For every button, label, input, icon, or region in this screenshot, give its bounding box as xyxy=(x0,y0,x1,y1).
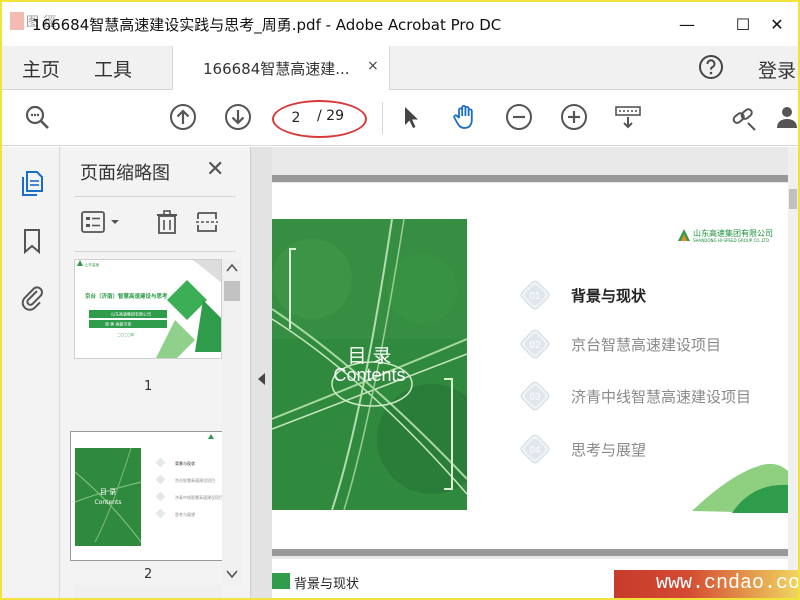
toc-number: 03 xyxy=(529,392,541,403)
thumb1-heading: 京台（济南）智慧高速建设与思考 xyxy=(85,292,168,300)
document-scroll-thumb[interactable] xyxy=(789,189,797,209)
scroll-up-arrow-icon xyxy=(226,263,238,272)
zoom-search-icon[interactable] xyxy=(22,102,52,132)
toolbar: 2 / 29 xyxy=(2,90,798,146)
watermark-text: www.cndao.com xyxy=(656,572,800,595)
thumbnails-close-button[interactable]: ✕ xyxy=(206,157,224,182)
thumb1-date: 二〇二〇年 xyxy=(117,332,135,337)
title-bar: 图 徑 166684智慧高速建设实践与思考_周勇.pdf - Adobe Acr… xyxy=(2,2,798,46)
thumb2-subtitle: Contents xyxy=(95,499,122,506)
page-down-icon[interactable] xyxy=(223,102,253,132)
page-thumbnails-icon[interactable] xyxy=(18,169,46,197)
thumb1-banner: 山东高速集团有限公司 xyxy=(111,311,151,317)
company-logo: 山东高速集团有限公司 SHANDONG HI-SPEED GROUP CO.,L… xyxy=(677,228,788,244)
thumbnails-divider-2 xyxy=(74,251,236,252)
thumb2-toc-1: 背景与现状 xyxy=(175,460,195,466)
menu-tools[interactable]: 工具 xyxy=(94,55,132,82)
scroll-down-arrow-icon xyxy=(226,570,238,579)
pdf-page-2: 目 录 Contents 山东高速集团有限公司 SHANDONG HI-SPEE… xyxy=(272,183,788,549)
company-logo-icon xyxy=(678,229,690,241)
zoom-out-icon[interactable] xyxy=(504,102,534,132)
select-arrow-icon[interactable] xyxy=(396,102,426,132)
toc-item-1[interactable]: 背景与现状 xyxy=(571,285,646,306)
thumbnails-scroll-thumb[interactable] xyxy=(224,281,240,301)
document-view[interactable]: 目 录 Contents 山东高速集团有限公司 SHANDONG HI-SPEE… xyxy=(272,147,788,598)
thumbnail-page-1-number: 1 xyxy=(144,379,153,394)
acrobat-window: 图 徑 166684智慧高速建设实践与思考_周勇.pdf - Adobe Acr… xyxy=(0,0,800,600)
page-number-input[interactable]: 2 xyxy=(284,107,308,129)
toc-title: 目 录 xyxy=(347,345,392,367)
page-top-rule xyxy=(272,175,788,182)
thumbnail-page-2[interactable]: 目 录 Contents 背景与现状 京台智慧高速建设项目 济青中线智慧高速建设… xyxy=(70,431,224,561)
toc-number: 02 xyxy=(529,340,541,351)
thumb2-toc-2: 京台智慧高速建设项目 xyxy=(175,477,215,483)
extract-page-icon[interactable] xyxy=(194,209,220,235)
thumbnails-panel: 页面缩略图 ✕ 山东高速 京台（济南）智慧高速建设与思考 山东高速集团有限公司 … xyxy=(60,147,250,598)
document-tab[interactable]: 166684智慧高速建... × xyxy=(172,46,390,90)
attachment-icon[interactable] xyxy=(18,283,46,311)
toc-number-badge: 01 xyxy=(520,280,550,310)
toc-item-3[interactable]: 济青中线智慧高速建设项目 xyxy=(571,386,751,407)
thumbnails-horizontal-scrollbar[interactable] xyxy=(74,585,222,598)
thumb1-sub: 周 勇 高级专家 xyxy=(105,321,132,327)
thumb2-title: 目 录 xyxy=(100,488,116,496)
thumb2-toc-3: 济青中线智慧高速建设项目 xyxy=(175,494,223,500)
user-icon[interactable] xyxy=(772,102,798,132)
bookmark-icon[interactable] xyxy=(18,227,46,255)
login-button[interactable]: 登录 xyxy=(758,56,796,83)
scroll-mode-icon[interactable] xyxy=(613,102,643,132)
thumbnail-page-1[interactable]: 山东高速 京台（济南）智慧高速建设与思考 山东高速集团有限公司 周 勇 高级专家… xyxy=(74,259,222,359)
thumbnails-title: 页面缩略图 xyxy=(80,163,170,184)
help-icon[interactable] xyxy=(698,54,724,80)
toc-number-badge: 03 xyxy=(520,381,550,411)
thumbnails-vertical-scrollbar[interactable] xyxy=(222,259,242,585)
window-title: 166684智慧高速建设实践与思考_周勇.pdf - Adobe Acrobat… xyxy=(32,16,502,34)
page-bottom-rule xyxy=(272,549,788,556)
toolbar-divider xyxy=(382,102,383,134)
toc-subtitle: Contents xyxy=(333,365,406,385)
toc-number: 04 xyxy=(529,445,541,456)
next-page-heading: 背景与现状 xyxy=(294,577,360,592)
minimize-button[interactable]: — xyxy=(664,2,710,46)
panel-collapse-strip[interactable] xyxy=(250,147,272,598)
toc-number: 01 xyxy=(529,291,541,302)
menu-bar: 主页 工具 166684智慧高速建... × 登录 xyxy=(2,46,798,90)
toc-item-2[interactable]: 京台智慧高速建设项目 xyxy=(571,334,721,355)
toc-number-badge: 04 xyxy=(520,434,550,464)
page-total: / 29 xyxy=(317,108,344,124)
thumb2-toc-4: 思考与展望 xyxy=(175,511,195,517)
company-name-en: SHANDONG HI-SPEED GROUP CO.,LTD xyxy=(693,238,770,243)
thumbnail-options-icon[interactable] xyxy=(80,209,124,235)
delete-page-icon[interactable] xyxy=(154,209,180,235)
thumbnails-divider xyxy=(74,196,236,197)
link-icon[interactable] xyxy=(728,102,758,132)
menu-home[interactable]: 主页 xyxy=(22,55,60,82)
close-window-button[interactable]: ✕ xyxy=(754,2,798,46)
hand-icon[interactable] xyxy=(450,102,480,132)
corner-decoration xyxy=(692,463,788,513)
site-watermark: www.cndao.com xyxy=(614,570,798,598)
thumbnail-page-2-number: 2 xyxy=(144,567,153,582)
document-vertical-scrollbar[interactable] xyxy=(788,147,798,598)
document-tab-close-button[interactable]: × xyxy=(367,58,379,74)
collapse-left-arrow-icon xyxy=(258,373,265,385)
document-tab-label: 166684智慧高速建... xyxy=(203,60,350,78)
cover-photo: 目 录 Contents xyxy=(272,219,467,510)
navigation-rail xyxy=(2,147,60,598)
svg-text:山东高速: 山东高速 xyxy=(85,262,99,267)
toc-number-badge: 02 xyxy=(520,329,550,359)
page-up-icon[interactable] xyxy=(168,102,198,132)
toc-item-4[interactable]: 思考与展望 xyxy=(571,439,646,460)
next-page-marker xyxy=(272,573,290,589)
zoom-in-icon[interactable] xyxy=(559,102,589,132)
